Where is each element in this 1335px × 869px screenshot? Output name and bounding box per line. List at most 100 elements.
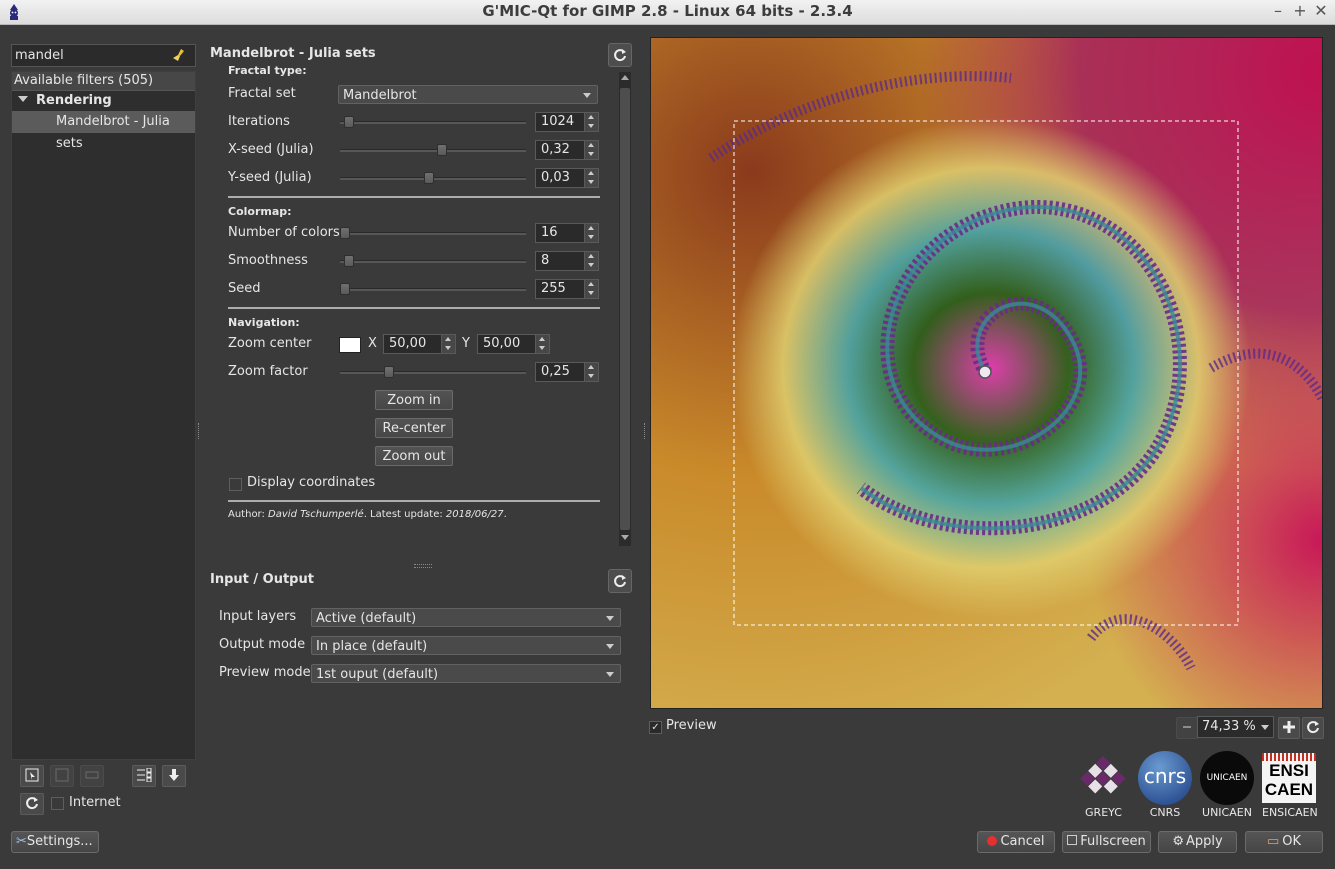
spin-down-icon[interactable] bbox=[584, 261, 598, 270]
reset-io-button[interactable] bbox=[608, 569, 632, 593]
seed-slider-handle[interactable] bbox=[340, 283, 350, 295]
iterations-slider[interactable] bbox=[340, 121, 526, 124]
zoom-out-button[interactable]: Zoom out bbox=[375, 446, 453, 466]
colors-spinbox[interactable]: 16 bbox=[535, 223, 599, 243]
filter-title: Mandelbrot - Julia sets bbox=[210, 46, 376, 61]
internet-checkbox[interactable] bbox=[51, 797, 64, 810]
spin-down-icon[interactable] bbox=[584, 122, 598, 131]
xseed-slider[interactable] bbox=[340, 149, 526, 152]
splitter-handle[interactable] bbox=[414, 564, 432, 568]
greyc-logo[interactable] bbox=[1076, 752, 1131, 802]
input-layers-select[interactable]: Active (default) bbox=[311, 608, 621, 627]
cnrs-logo[interactable]: cnrs bbox=[1138, 751, 1192, 805]
zoom-center-x-value: 50,00 bbox=[389, 336, 427, 351]
smoothness-slider-handle[interactable] bbox=[343, 255, 354, 267]
spin-up-icon[interactable] bbox=[584, 280, 598, 289]
ok-button[interactable]: ▭ OK bbox=[1245, 831, 1323, 853]
xseed-slider-handle[interactable] bbox=[436, 144, 447, 156]
download-arrow-icon bbox=[169, 769, 179, 781]
colors-slider-handle[interactable] bbox=[340, 227, 350, 239]
spin-down-icon[interactable] bbox=[584, 150, 598, 159]
author-name: David Tschumperlé bbox=[268, 509, 364, 520]
seed-spinbox[interactable]: 255 bbox=[535, 279, 599, 299]
zoom-factor-spinbox[interactable]: 0,25 bbox=[535, 362, 599, 382]
params-scrollbar[interactable] bbox=[619, 72, 631, 546]
apply-button[interactable]: ⚙ Apply bbox=[1158, 831, 1237, 853]
preview-checkbox[interactable]: ✓ bbox=[649, 721, 662, 734]
spin-up-icon[interactable] bbox=[584, 169, 598, 178]
scroll-down-icon[interactable] bbox=[621, 535, 629, 540]
list-checkbox-icon bbox=[137, 768, 152, 782]
tree-item-mandelbrot[interactable]: Mandelbrot - Julia sets bbox=[12, 111, 195, 151]
update-prefix: . Latest update: bbox=[363, 509, 446, 520]
splitter-handle-right[interactable] bbox=[644, 423, 647, 439]
splitter-handle-left[interactable] bbox=[198, 423, 201, 439]
internet-label: Internet bbox=[69, 795, 121, 810]
remove-favorite-button[interactable] bbox=[50, 765, 74, 787]
reset-params-button[interactable] bbox=[608, 43, 632, 67]
preview-mode-select[interactable]: 1st ouput (default) bbox=[311, 664, 621, 683]
iterations-slider-handle[interactable] bbox=[343, 116, 354, 128]
rename-favorite-button[interactable] bbox=[80, 765, 104, 787]
seed-slider[interactable] bbox=[340, 288, 526, 291]
spin-up-icon[interactable] bbox=[441, 335, 455, 344]
spin-up-icon[interactable] bbox=[584, 363, 598, 372]
yseed-slider-handle[interactable] bbox=[424, 172, 435, 184]
zoom-factor-slider[interactable] bbox=[340, 371, 526, 374]
smoothness-spinbox[interactable]: 8 bbox=[535, 251, 599, 271]
spin-down-icon[interactable] bbox=[584, 233, 598, 242]
author-suffix: . bbox=[503, 509, 507, 520]
zoom-factor-slider-handle[interactable] bbox=[384, 366, 394, 378]
settings-button[interactable]: ✂Settings... bbox=[11, 831, 99, 853]
refresh-preview-button[interactable] bbox=[1302, 717, 1324, 739]
spin-down-icon[interactable] bbox=[584, 178, 598, 187]
smoothness-slider[interactable] bbox=[340, 260, 526, 263]
add-favorite-button[interactable] bbox=[20, 765, 44, 787]
spin-up-icon[interactable] bbox=[584, 113, 598, 122]
unicaen-logo[interactable]: UNICAEN bbox=[1200, 751, 1254, 805]
clear-broom-icon[interactable] bbox=[172, 48, 186, 62]
cnrs-label: CNRS bbox=[1149, 806, 1181, 819]
spin-up-icon[interactable] bbox=[535, 335, 549, 344]
spin-up-icon[interactable] bbox=[584, 141, 598, 150]
display-coordinates-checkbox[interactable] bbox=[229, 478, 242, 491]
dropdown-arrow-icon[interactable] bbox=[1261, 725, 1269, 730]
xseed-spinbox[interactable]: 0,32 bbox=[535, 140, 599, 160]
cancel-button[interactable]: Cancel bbox=[977, 831, 1055, 853]
spin-down-icon[interactable] bbox=[584, 289, 598, 298]
zoom-center-y-spinbox[interactable]: 50,00 bbox=[477, 334, 550, 354]
spin-down-icon[interactable] bbox=[584, 372, 598, 381]
fractal-set-select[interactable]: Mandelbrot bbox=[338, 85, 598, 104]
minimize-icon[interactable]: – bbox=[1268, 1, 1288, 21]
spin-up-icon[interactable] bbox=[584, 252, 598, 261]
zoom-in-button[interactable]: Zoom in bbox=[375, 390, 453, 410]
recenter-button[interactable]: Re-center bbox=[375, 418, 453, 438]
tree-category-rendering[interactable]: Rendering bbox=[12, 91, 195, 111]
toggle-visibility-button[interactable] bbox=[132, 765, 156, 787]
download-filters-button[interactable] bbox=[162, 765, 186, 787]
zoom-in-preview-button[interactable] bbox=[1278, 717, 1300, 739]
scroll-thumb[interactable] bbox=[620, 88, 630, 530]
refresh-icon bbox=[26, 797, 38, 810]
zoom-center-color-swatch[interactable] bbox=[339, 337, 361, 353]
filter-search[interactable] bbox=[11, 44, 196, 67]
spin-up-icon[interactable] bbox=[584, 224, 598, 233]
output-mode-select[interactable]: In place (default) bbox=[311, 636, 621, 655]
refresh-filters-button[interactable] bbox=[20, 793, 44, 815]
maximize-icon[interactable]: + bbox=[1290, 1, 1310, 21]
iterations-spinbox[interactable]: 1024 bbox=[535, 112, 599, 132]
zoom-center-x-spinbox[interactable]: 50,00 bbox=[383, 334, 456, 354]
xseed-label: X-seed (Julia) bbox=[228, 142, 314, 157]
ensicaen-logo[interactable]: ENSI CAEN bbox=[1262, 753, 1316, 803]
close-icon[interactable]: ✕ bbox=[1311, 1, 1331, 21]
zoom-out-preview-button[interactable] bbox=[1176, 717, 1198, 739]
scroll-up-icon[interactable] bbox=[621, 75, 629, 80]
search-input[interactable] bbox=[15, 45, 165, 66]
preview-image[interactable] bbox=[650, 37, 1323, 709]
zoom-level-field[interactable]: 74,33 % bbox=[1197, 716, 1274, 738]
colors-slider[interactable] bbox=[340, 232, 526, 235]
spin-down-icon[interactable] bbox=[535, 344, 549, 353]
yseed-spinbox[interactable]: 0,03 bbox=[535, 168, 599, 188]
spin-down-icon[interactable] bbox=[441, 344, 455, 353]
fullscreen-button[interactable]: Fullscreen bbox=[1062, 831, 1151, 853]
